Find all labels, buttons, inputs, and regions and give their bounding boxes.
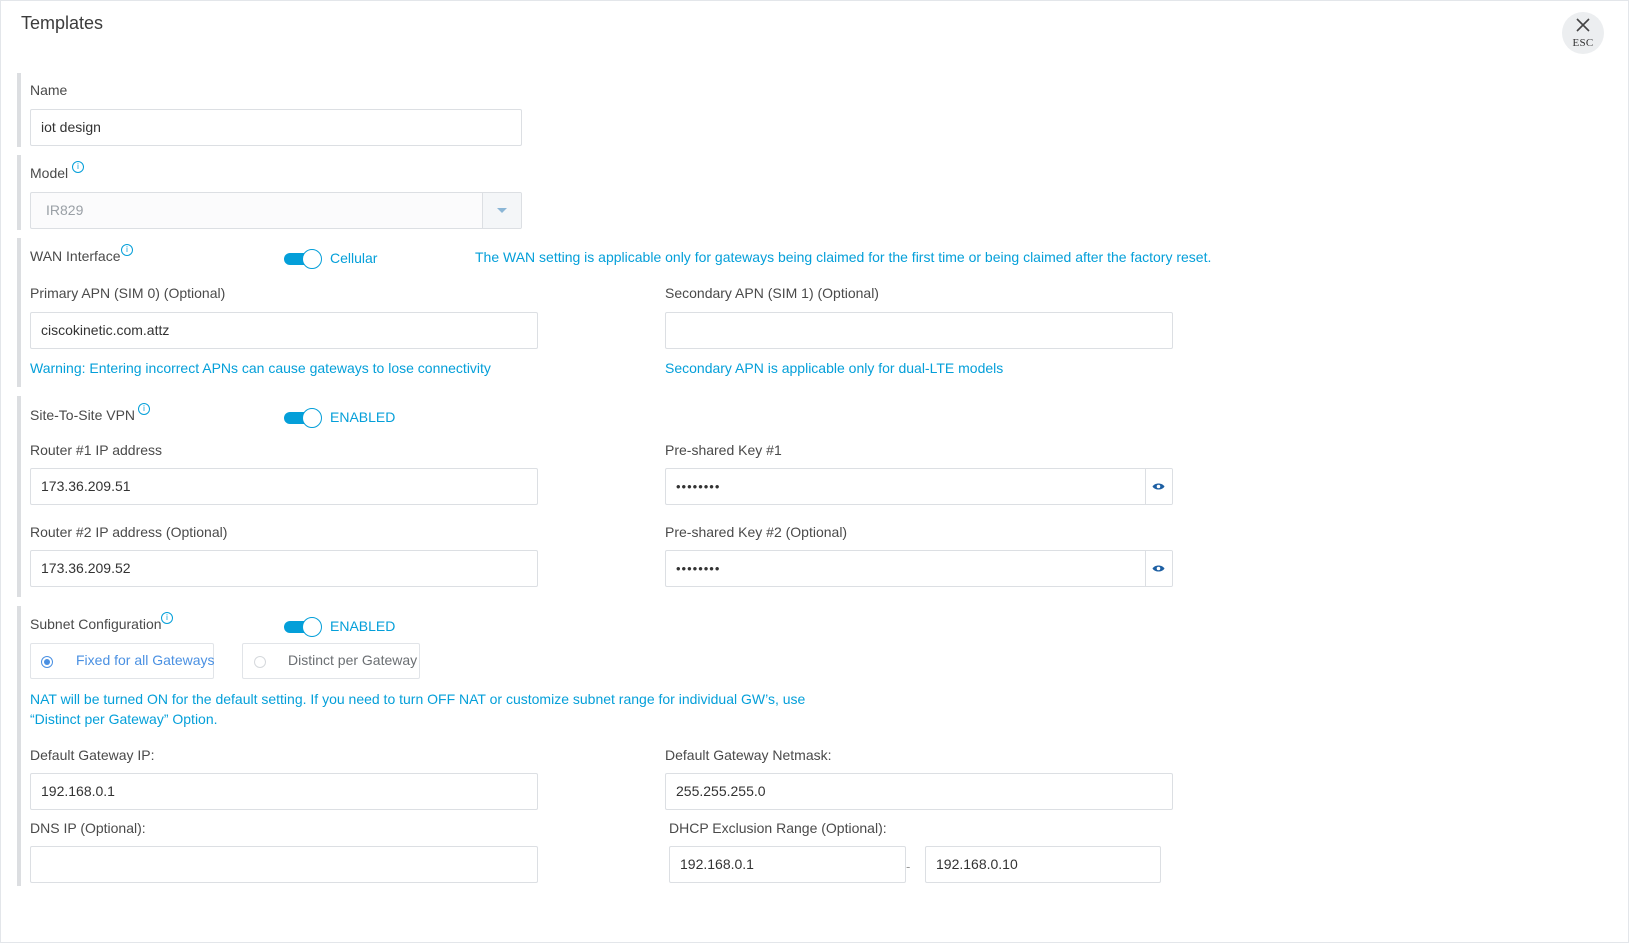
esc-label: ESC [1572,37,1594,49]
close-icon [1574,16,1592,34]
netmask-label: Default Gateway Netmask: [665,747,832,763]
subnet-section-bar [17,606,21,886]
subnet-nat-note: NAT will be turned ON for the default se… [30,691,806,727]
radio-distinct-per-gateway[interactable]: Distinct per Gateway [242,643,420,679]
radio-fixed-label: Fixed for all Gateways [76,652,215,668]
model-select[interactable]: IR829 [30,192,522,229]
subnet-toggle-knob [302,617,322,637]
dhcp-range-separator: - [906,859,911,874]
name-input[interactable]: iot design [30,109,522,146]
primary-apn-warning: Warning: Entering incorrect APNs can cau… [30,360,491,376]
psk1-input[interactable]: •••••••• [665,468,1173,505]
chevron-down-icon[interactable] [482,193,521,228]
primary-apn-input[interactable]: ciscokinetic.com.attz [30,312,538,349]
radio-fixed-for-all-gateways[interactable]: Fixed for all Gateways [30,643,215,679]
model-select-value: IR829 [46,202,84,218]
dns-ip-input[interactable] [30,846,538,883]
wan-note: The WAN setting is applicable only for g… [475,249,1212,265]
model-section-bar [17,155,21,230]
gateway-ip-label: Default Gateway IP: [30,747,155,763]
name-section-bar [17,73,21,147]
wan-label: WAN Interface [30,248,121,264]
wan-info-icon[interactable]: i [121,244,133,256]
vpn-label: Site-To-Site VPN [30,407,136,423]
templates-dialog: Templates ESC Name iot design Model i IR… [0,0,1629,943]
wan-toggle[interactable] [284,249,322,269]
psk1-value: •••••••• [676,479,721,494]
subnet-toggle-label: ENABLED [330,618,396,634]
dhcp-range-label: DHCP Exclusion Range (Optional): [669,820,887,836]
radio-distinct-label: Distinct per Gateway [288,652,418,668]
close-button[interactable]: ESC [1562,12,1604,54]
dialog-title: Templates [21,13,104,33]
name-label: Name [30,82,68,98]
dhcp-end-input[interactable]: 192.168.0.10 [925,846,1161,883]
subnet-label: Subnet Configuration [30,616,162,632]
vpn-toggle-knob [302,408,322,428]
vpn-toggle[interactable] [284,408,322,428]
vpn-section-bar [17,396,21,597]
secondary-apn-label: Secondary APN (SIM 1) (Optional) [665,285,879,301]
wan-toggle-knob [302,249,322,269]
dhcp-start-input[interactable]: 192.168.0.1 [669,846,906,883]
eye-icon[interactable] [1145,551,1172,586]
psk2-input[interactable]: •••••••• [665,550,1173,587]
radio-unselected-icon [254,656,266,668]
secondary-apn-input[interactable] [665,312,1173,349]
router2-label: Router #2 IP address (Optional) [30,524,228,540]
model-info-icon[interactable]: i [72,161,84,173]
gateway-ip-input[interactable]: 192.168.0.1 [30,773,538,810]
router2-ip-input[interactable]: 173.36.209.52 [30,550,538,587]
router1-ip-input[interactable]: 173.36.209.51 [30,468,538,505]
dns-label: DNS IP (Optional): [30,820,146,836]
wan-section-bar [17,238,21,387]
radio-selected-icon [41,656,53,668]
primary-apn-label: Primary APN (SIM 0) (Optional) [30,285,226,301]
router1-label: Router #1 IP address [30,442,163,458]
psk2-value: •••••••• [676,561,721,576]
netmask-input[interactable]: 255.255.255.0 [665,773,1173,810]
wan-toggle-label: Cellular [330,250,378,266]
subnet-toggle[interactable] [284,617,322,637]
psk2-label: Pre-shared Key #2 (Optional) [665,524,848,540]
vpn-toggle-label: ENABLED [330,409,396,425]
vpn-info-icon[interactable]: i [138,403,150,415]
psk1-label: Pre-shared Key #1 [665,442,782,458]
subnet-info-icon[interactable]: i [161,612,173,624]
secondary-apn-note: Secondary APN is applicable only for dua… [665,360,1004,376]
eye-icon[interactable] [1145,469,1172,504]
model-label: Model [30,165,69,181]
